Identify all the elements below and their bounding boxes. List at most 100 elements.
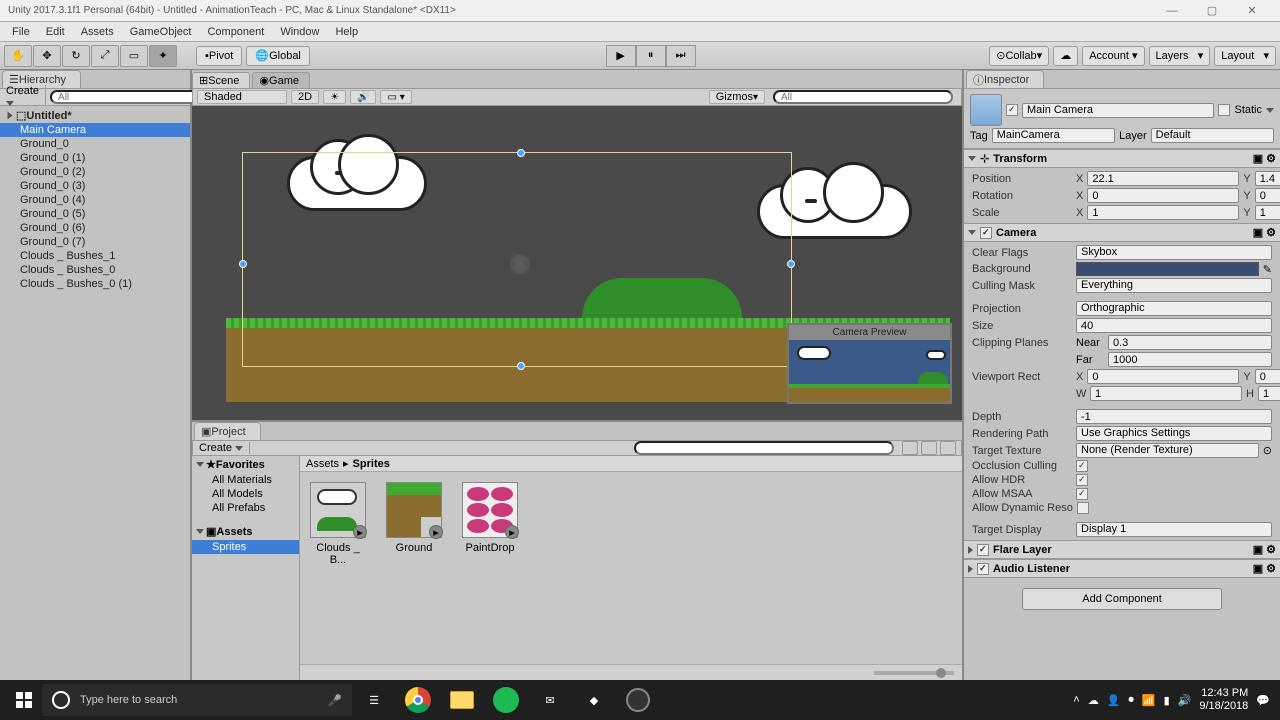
rot-x[interactable] [1087, 188, 1239, 203]
gameobject-name-input[interactable] [1022, 103, 1214, 118]
play-button[interactable]: ▶ [606, 45, 636, 67]
task-view-icon[interactable]: ☰ [352, 681, 396, 719]
gameobject-icon[interactable] [970, 94, 1002, 126]
vp-y[interactable] [1255, 369, 1280, 384]
scale-x[interactable] [1087, 205, 1239, 220]
audio-enabled[interactable] [977, 563, 989, 575]
favorites-header[interactable]: ★ Favorites [192, 456, 299, 473]
layer-dropdown[interactable]: Default [1151, 128, 1274, 143]
menu-gameobject[interactable]: GameObject [122, 26, 200, 38]
taskbar-search[interactable]: Type here to search 🎤 [42, 684, 352, 716]
gizmos-dropdown[interactable]: Gizmos ▾ [709, 90, 765, 104]
target-display-dropdown[interactable]: Display 1 [1076, 522, 1272, 537]
chrome-icon[interactable] [396, 681, 440, 719]
depth-input[interactable] [1076, 409, 1272, 424]
tray-up-icon[interactable]: ˄ [1073, 694, 1079, 706]
tray-battery-icon[interactable]: ▮ [1164, 694, 1170, 707]
hierarchy-root[interactable]: ⬚ Untitled* [0, 108, 190, 123]
scene-view[interactable]: Camera Preview [192, 106, 962, 420]
account-dropdown[interactable]: Account ▾ [1082, 46, 1144, 66]
hierarchy-search[interactable] [50, 90, 198, 104]
flare-enabled[interactable] [977, 544, 989, 556]
near-clip[interactable] [1108, 335, 1272, 350]
taskbar-clock[interactable]: 12:43 PM 9/18/2018 [1199, 687, 1248, 713]
asset-size-slider[interactable] [874, 671, 954, 675]
step-button[interactable]: ⏭ [666, 45, 696, 67]
fav-all-prefabs[interactable]: All Prefabs [192, 501, 299, 515]
proj-filter-1[interactable] [902, 441, 918, 455]
breadcrumb-sprites[interactable]: Sprites [353, 458, 390, 470]
hdr-checkbox[interactable] [1076, 474, 1088, 486]
vp-x[interactable] [1087, 369, 1239, 384]
move-tool[interactable]: ✥ [33, 45, 61, 67]
mail-icon[interactable]: ✉ [528, 681, 572, 719]
cloud-button[interactable]: ☁ [1053, 46, 1078, 66]
obs-icon[interactable] [616, 681, 660, 719]
global-button[interactable]: 🌐 Global [246, 46, 310, 66]
asset-paintdrop[interactable]: ▸ PaintDrop [462, 482, 518, 554]
project-create[interactable]: Create [193, 442, 250, 454]
proj-filter-3[interactable] [940, 441, 956, 455]
menu-component[interactable]: Component [199, 26, 272, 38]
scene-tab[interactable]: ⊞ Scene [192, 72, 250, 88]
tag-dropdown[interactable]: MainCamera [992, 128, 1115, 143]
fav-all-materials[interactable]: All Materials [192, 473, 299, 487]
gameobject-active-checkbox[interactable] [1006, 104, 1018, 116]
asset-clouds-bushes[interactable]: ▸ Clouds _ B... [310, 482, 366, 566]
start-button[interactable] [6, 684, 42, 716]
menu-help[interactable]: Help [327, 26, 366, 38]
dyn-reso-checkbox[interactable] [1077, 502, 1089, 514]
hierarchy-item[interactable]: Ground_0 (3) [0, 179, 190, 193]
camera-enabled[interactable] [980, 227, 992, 239]
pos-y[interactable] [1255, 171, 1280, 186]
fav-all-models[interactable]: All Models [192, 487, 299, 501]
hierarchy-item[interactable]: Main Camera [0, 123, 190, 137]
hierarchy-item[interactable]: Ground_0 (2) [0, 165, 190, 179]
transform-component-header[interactable]: ⊹ Transform▣ ⚙ [964, 149, 1280, 168]
hand-tool[interactable]: ✋ [4, 45, 32, 67]
background-color[interactable] [1076, 262, 1259, 276]
scene-search[interactable] [773, 90, 953, 104]
hierarchy-item[interactable]: Ground_0 (7) [0, 235, 190, 249]
tray-wifi-icon[interactable]: 📶 [1142, 694, 1156, 707]
fx-toggle[interactable]: ▭ ▾ [380, 90, 411, 104]
menu-file[interactable]: File [4, 26, 38, 38]
pause-button[interactable]: ⏸ [636, 45, 666, 67]
tray-onedrive-icon[interactable]: ☁ [1088, 694, 1099, 707]
collab-dropdown[interactable]: ⊙ Collab ▾ [989, 46, 1049, 66]
minimize-button[interactable]: — [1152, 5, 1192, 17]
unity-hub-icon[interactable]: ◆ [572, 681, 616, 719]
hierarchy-item[interactable]: Clouds _ Bushes_0 [0, 263, 190, 277]
vp-h[interactable] [1258, 386, 1280, 401]
hierarchy-item[interactable]: Ground_0 (5) [0, 207, 190, 221]
flare-layer-header[interactable]: Flare Layer▣ ⚙ [964, 540, 1280, 559]
far-clip[interactable] [1108, 352, 1272, 367]
hierarchy-item[interactable]: Ground_0 (1) [0, 151, 190, 165]
assets-header[interactable]: ▣ Assets [192, 523, 299, 540]
occlusion-checkbox[interactable] [1076, 460, 1088, 472]
pivot-button[interactable]: ▪ Pivot [196, 46, 242, 66]
shading-dropdown[interactable]: Shaded [197, 90, 287, 104]
msaa-checkbox[interactable] [1076, 488, 1088, 500]
folder-sprites[interactable]: Sprites [192, 540, 299, 554]
asset-ground[interactable]: ▸ Ground [386, 482, 442, 554]
static-checkbox[interactable] [1218, 104, 1230, 116]
audio-toggle[interactable]: 🔊 [350, 90, 376, 104]
rect-tool[interactable]: ▭ [120, 45, 148, 67]
clear-flags-dropdown[interactable]: Skybox [1076, 245, 1272, 260]
camera-component-header[interactable]: Camera▣ ⚙ [964, 223, 1280, 242]
add-component-button[interactable]: Add Component [1022, 588, 1222, 610]
maximize-button[interactable]: ▢ [1192, 4, 1232, 17]
menu-assets[interactable]: Assets [73, 26, 122, 38]
inspector-tab[interactable]: ⓘ Inspector [966, 70, 1044, 88]
breadcrumb-assets[interactable]: Assets [306, 458, 339, 470]
tray-people-icon[interactable]: 👤 [1107, 694, 1121, 707]
project-tab[interactable]: ▣ Project [194, 422, 261, 440]
layout-dropdown[interactable]: Layout ▾ [1214, 46, 1276, 66]
size-input[interactable] [1076, 318, 1272, 333]
project-search[interactable] [634, 441, 894, 455]
hierarchy-item[interactable]: Ground_0 (4) [0, 193, 190, 207]
target-texture-field[interactable]: None (Render Texture) [1076, 443, 1259, 458]
hierarchy-item[interactable]: Ground_0 [0, 137, 190, 151]
rendering-path-dropdown[interactable]: Use Graphics Settings [1076, 426, 1272, 441]
